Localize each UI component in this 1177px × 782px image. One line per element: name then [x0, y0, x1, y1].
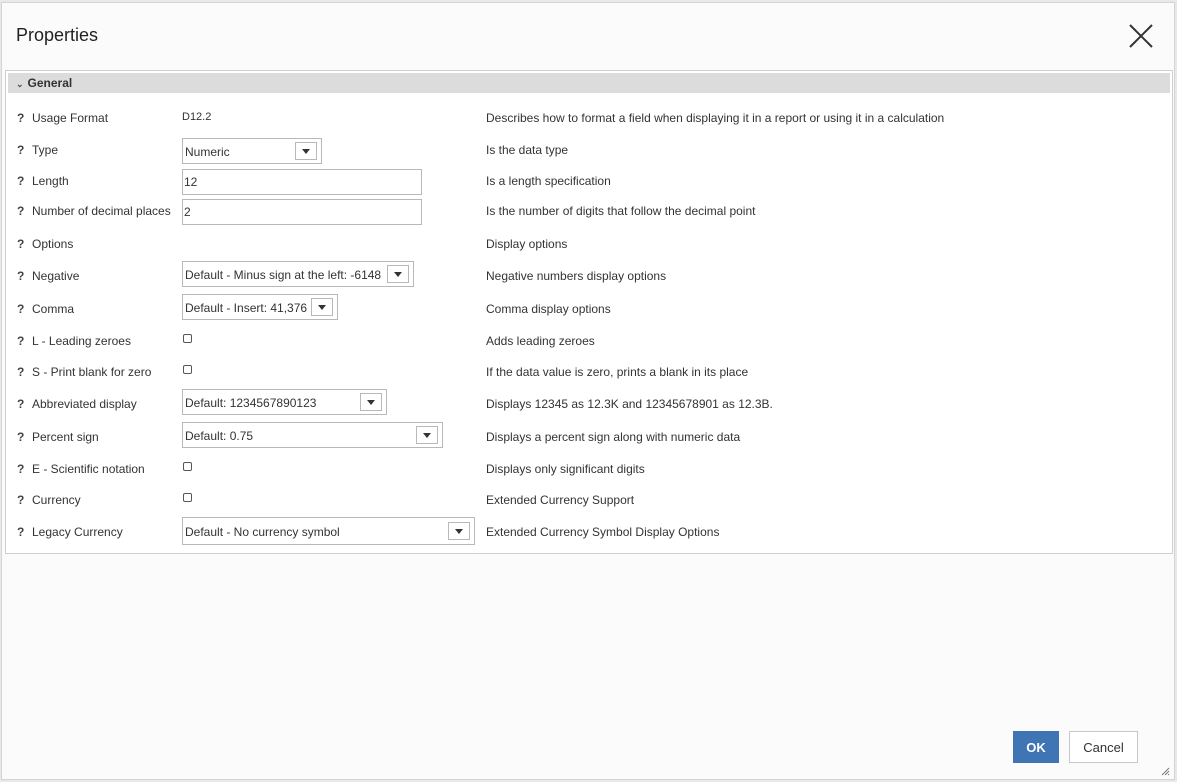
property-description: Adds leading zeroes	[486, 334, 595, 348]
cancel-button[interactable]: Cancel	[1069, 731, 1138, 763]
comma-select[interactable]: Default - Insert: 41,376	[182, 294, 338, 320]
property-label: L - Leading zeroes	[32, 334, 131, 348]
dropdown-button[interactable]	[448, 522, 470, 540]
usage-format-value: D12.2	[182, 111, 212, 123]
help-icon[interactable]: ?	[17, 111, 24, 125]
section-label: General	[27, 76, 73, 90]
resize-grip-icon[interactable]	[1160, 766, 1170, 776]
dropdown-button[interactable]	[360, 393, 382, 411]
property-label: Currency	[32, 493, 81, 507]
property-label: Comma	[32, 302, 75, 316]
property-label: Usage Format	[32, 111, 109, 125]
property-row-decimal-places: ? Number of decimal places Is the number…	[6, 199, 1166, 225]
close-icon	[1129, 24, 1153, 48]
help-icon[interactable]: ?	[17, 397, 24, 411]
scientific-notation-checkbox[interactable]	[183, 462, 192, 471]
property-row-negative: ? Negative Default - Minus sign at the l…	[6, 261, 1166, 287]
help-icon[interactable]: ?	[17, 237, 24, 251]
chevron-down-icon	[367, 400, 375, 405]
property-row-type: ? Type Numeric Is the data type	[6, 138, 1166, 164]
dialog-title: Properties	[16, 25, 99, 45]
property-description: Is a length specification	[486, 174, 611, 188]
property-row-percent-sign: ? Percent sign Default: 0.75 Displays a …	[6, 422, 1166, 448]
property-row-leading-zeroes: ? L - Leading zeroes Adds leading zeroes	[6, 329, 1166, 353]
property-row-currency: ? Currency Extended Currency Support	[6, 488, 1166, 512]
help-icon[interactable]: ?	[17, 462, 24, 476]
property-label: Number of decimal places	[32, 204, 171, 218]
help-icon[interactable]: ?	[17, 143, 24, 157]
property-label: Abbreviated display	[32, 397, 137, 411]
property-description: Displays a percent sign along with numer…	[486, 430, 741, 444]
properties-dialog: Properties ⌄ General ? Usage Format D12.2…	[1, 2, 1175, 780]
property-description: Displays 12345 as 12.3K and 12345678901 …	[486, 397, 773, 411]
help-icon[interactable]: ?	[17, 430, 24, 444]
property-description: If the data value is zero, prints a blan…	[486, 365, 749, 379]
property-row-options: ? Options Display options	[6, 232, 1166, 256]
property-description: Is the number of digits that follow the …	[486, 204, 756, 218]
abbreviated-display-select[interactable]: Default: 1234567890123	[182, 389, 387, 415]
help-icon[interactable]: ?	[17, 365, 24, 379]
property-row-abbreviated-display: ? Abbreviated display Default: 123456789…	[6, 389, 1166, 415]
type-select-value: Numeric	[185, 145, 230, 159]
chevron-down-icon	[302, 149, 310, 154]
legacy-currency-select[interactable]: Default - No currency symbol	[182, 517, 475, 545]
negative-select-value: Default - Minus sign at the left: -6148	[185, 268, 382, 282]
property-description: Is the data type	[486, 143, 569, 157]
chevron-down-icon	[318, 305, 326, 310]
property-label: Options	[32, 237, 74, 251]
dropdown-button[interactable]	[416, 426, 438, 444]
help-icon[interactable]: ?	[17, 525, 24, 539]
close-button[interactable]	[1126, 21, 1156, 51]
chevron-down-icon	[455, 529, 463, 534]
legacy-currency-value: Default - No currency symbol	[185, 525, 340, 539]
property-row-legacy-currency: ? Legacy Currency Default - No currency …	[6, 517, 1166, 545]
section-header-general[interactable]: ⌄ General	[8, 73, 1170, 93]
chevron-down-icon	[423, 433, 431, 438]
property-description: Extended Currency Support	[486, 493, 635, 507]
property-row-print-blank: ? S - Print blank for zero If the data v…	[6, 360, 1166, 384]
leading-zeroes-checkbox[interactable]	[183, 334, 192, 343]
chevron-down-icon: ⌄	[16, 79, 24, 89]
percent-sign-select[interactable]: Default: 0.75	[182, 422, 443, 448]
property-description: Displays only significant digits	[486, 462, 645, 476]
dropdown-button[interactable]	[295, 142, 317, 160]
property-row-scientific-notation: ? E - Scientific notation Displays only …	[6, 457, 1166, 481]
comma-select-value: Default - Insert: 41,376	[185, 301, 308, 315]
help-icon[interactable]: ?	[17, 204, 24, 218]
currency-checkbox[interactable]	[183, 493, 192, 502]
decimal-places-input[interactable]	[182, 199, 422, 225]
dropdown-button[interactable]	[311, 298, 333, 316]
help-icon[interactable]: ?	[17, 493, 24, 507]
property-description: Comma display options	[486, 302, 611, 316]
negative-select[interactable]: Default - Minus sign at the left: -6148	[182, 261, 414, 287]
length-input[interactable]	[182, 169, 422, 195]
property-label: E - Scientific notation	[32, 462, 145, 476]
percent-sign-value: Default: 0.75	[185, 429, 254, 443]
properties-panel: ⌄ General ? Usage Format D12.2 Describes …	[5, 70, 1173, 554]
dropdown-button[interactable]	[387, 265, 409, 283]
print-blank-checkbox[interactable]	[183, 365, 192, 374]
property-description: Negative numbers display options	[486, 269, 667, 283]
help-icon[interactable]: ?	[17, 174, 24, 188]
chevron-down-icon	[394, 272, 402, 277]
property-label: Length	[32, 174, 69, 188]
property-label: Legacy Currency	[32, 525, 123, 539]
property-label: Negative	[32, 269, 80, 283]
help-icon[interactable]: ?	[17, 269, 24, 283]
property-label: Type	[32, 143, 59, 157]
property-description: Display options	[486, 237, 568, 251]
property-label: Percent sign	[32, 430, 99, 444]
property-row-usage-format: ? Usage Format D12.2 Describes how to fo…	[6, 106, 1166, 130]
property-description: Extended Currency Symbol Display Options	[486, 525, 720, 539]
help-icon[interactable]: ?	[17, 334, 24, 348]
property-label: S - Print blank for zero	[32, 365, 152, 379]
ok-button[interactable]: OK	[1013, 731, 1059, 763]
type-select[interactable]: Numeric	[182, 138, 322, 164]
property-description: Describes how to format a field when dis…	[486, 111, 945, 125]
abbreviated-display-value: Default: 1234567890123	[185, 396, 317, 410]
property-row-length: ? Length Is a length specification	[6, 169, 1166, 195]
help-icon[interactable]: ?	[17, 302, 24, 316]
property-row-comma: ? Comma Default - Insert: 41,376 Comma d…	[6, 294, 1166, 320]
